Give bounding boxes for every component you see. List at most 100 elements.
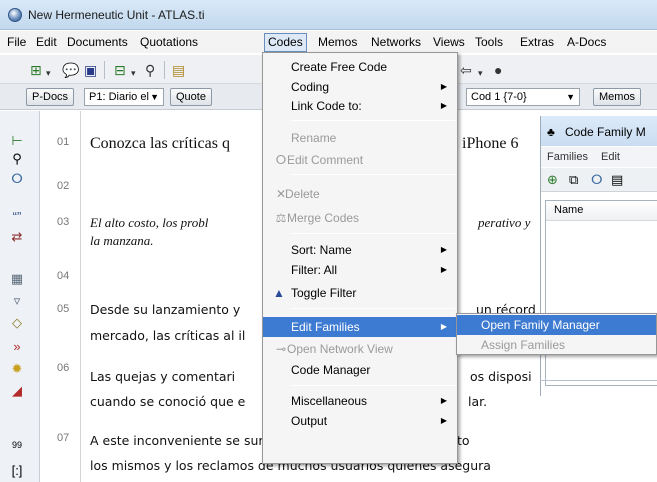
menu-item-label: Edit Families (291, 320, 360, 334)
find-icon[interactable]: ⚲ (145, 61, 155, 79)
quotes-icon[interactable]: “” (8, 209, 26, 225)
quote-link-icon[interactable]: ⇄ (8, 229, 26, 245)
document-text: El alto costo, los probl (90, 215, 209, 230)
menu-item-coding[interactable]: Coding ▶ (263, 77, 457, 97)
menu-codes[interactable]: Codes (264, 33, 307, 52)
menu-edit[interactable]: Edit (601, 151, 620, 163)
menu-item-edit-families[interactable]: Edit Families ▶ (263, 317, 457, 337)
code-family-manager-toolbar: ⊕ ⧉ ⵔ ▤ (541, 168, 657, 192)
menu-item-label: Miscellaneous (291, 394, 368, 408)
menu-item-code-manager[interactable]: Code Manager (263, 360, 457, 380)
menu-item-label: Sort: Name (291, 243, 352, 257)
menu-memos[interactable]: Memos (315, 34, 360, 51)
bracket-icon[interactable]: [:] (8, 463, 26, 479)
paragraph-number: 02 (57, 180, 70, 192)
number-icon[interactable]: 99 (8, 437, 26, 453)
family-list[interactable]: Name (545, 200, 657, 386)
menu-item-filter-all[interactable]: Filter: All ▶ (263, 260, 457, 280)
marker-icon[interactable]: ◢ (8, 383, 26, 399)
chevron-down-icon[interactable]: ▾ (131, 64, 136, 82)
menu-item-label: Link Code to: (291, 99, 362, 113)
code-family-manager-menubar: Families Edit (541, 147, 657, 167)
menu-networks[interactable]: Networks (368, 34, 424, 51)
menu-families[interactable]: Families (547, 151, 588, 163)
menu-item-output[interactable]: Output ▶ (263, 411, 457, 431)
menu-extras[interactable]: Extras (517, 34, 557, 51)
menu-item-label: Assign Families (481, 338, 566, 352)
paragraph-number: 03 (57, 216, 70, 228)
chevron-down-icon[interactable]: ▾ (478, 64, 483, 82)
chevron-down-icon[interactable]: ▾ (46, 64, 51, 82)
paragraph-number: 05 (57, 303, 70, 315)
atlas-app-icon[interactable] (8, 8, 22, 22)
edit-families-submenu: Open Family Manager Assign Families (456, 313, 657, 355)
document-text: lar. (468, 394, 488, 409)
code-selector[interactable]: Cod 1 {7-0} ▼ (466, 88, 580, 106)
comment-icon[interactable]: 💬 (62, 61, 79, 79)
menu-item-rename[interactable]: Rename (263, 128, 457, 148)
search-icon[interactable]: ⚲ (8, 151, 26, 167)
new-code-icon[interactable]: ⊞ (30, 61, 42, 79)
memos-button[interactable]: Memos (593, 88, 642, 106)
menu-separator (291, 233, 455, 234)
menu-item-link-code-to[interactable]: Link Code to: ▶ (263, 96, 457, 116)
open-icon[interactable]: ▤ (172, 61, 185, 79)
document-text: la manzana. (90, 233, 154, 248)
filter-icon[interactable]: ▿ (8, 293, 26, 309)
menu-item-create-free-code[interactable]: Create Free Code (263, 57, 457, 77)
quotes-button[interactable]: Quote (170, 88, 212, 106)
new-family-icon[interactable]: ⊕ (547, 172, 558, 188)
document-text: Las quejas y comentari (90, 369, 236, 384)
code-family-manager-title-bar[interactable]: ♣ Code Family M (541, 116, 657, 146)
document-icon[interactable]: ▤ (611, 172, 623, 188)
menu-item-toggle-filter[interactable]: ▲ Toggle Filter (263, 283, 457, 303)
paragraph-number: 04 (57, 270, 70, 282)
primary-document-value: P1: Diario el (89, 91, 149, 103)
diamond-icon[interactable]: ◇ (8, 315, 26, 331)
menu-item-sort-name[interactable]: Sort: Name ▶ (263, 240, 457, 260)
comment-icon[interactable]: ⵔ (591, 172, 603, 188)
menu-views[interactable]: Views (430, 34, 468, 51)
menu-quotations[interactable]: Quotations (137, 34, 201, 51)
menu-bar: File Edit Documents Quotations Codes Mem… (0, 31, 657, 53)
menu-item-label: Create Free Code (291, 60, 388, 74)
menu-item-label: Rename (291, 131, 337, 145)
copy-icon[interactable]: ⧉ (569, 172, 578, 188)
p-docs-button[interactable]: P-Docs (26, 88, 75, 106)
gear-icon[interactable]: ✹ (8, 361, 26, 377)
submenu-arrow-icon: ▶ (440, 245, 447, 254)
primary-document-selector[interactable]: P1: Diario el ▼ (84, 88, 164, 106)
menu-item-miscellaneous[interactable]: Miscellaneous ▶ (263, 391, 457, 411)
double-arrow-icon[interactable]: » (8, 339, 26, 355)
menu-edit[interactable]: Edit (33, 34, 60, 51)
menu-a-docs[interactable]: A-Docs (564, 34, 609, 51)
comment-icon[interactable]: ⵔ (8, 171, 26, 187)
code-icon[interactable]: ⊢ (8, 133, 26, 149)
save-icon[interactable]: ▣ (84, 61, 97, 79)
menu-item-open-network-view[interactable]: ⊸ Open Network View (263, 339, 457, 359)
menu-item-assign-families[interactable]: Assign Families (457, 335, 656, 355)
menu-documents[interactable]: Documents (64, 34, 131, 51)
menu-separator (291, 120, 455, 121)
bomb-icon[interactable]: ● (494, 61, 502, 79)
grid-icon[interactable]: ▦ (8, 271, 26, 287)
pane-divider (540, 380, 657, 381)
column-header[interactable]: Name (546, 201, 657, 221)
menu-file[interactable]: File (4, 34, 29, 51)
menu-item-open-family-manager[interactable]: Open Family Manager (457, 315, 656, 335)
submenu-arrow-icon: ▶ (440, 322, 447, 331)
menu-tools[interactable]: Tools (472, 34, 506, 51)
menu-item-delete[interactable]: ✕ Delete (263, 184, 457, 204)
paragraph-number: 07 (57, 432, 70, 444)
document-text: perativo y (478, 215, 531, 230)
code-family-manager-title: Code Family M (565, 125, 646, 139)
paragraph-number: 01 (57, 136, 70, 148)
menu-item-label: Delete (285, 187, 320, 201)
code-tool-icon[interactable]: ⊟ (114, 61, 126, 79)
submenu-arrow-icon: ▶ (440, 396, 447, 405)
menu-item-merge-codes[interactable]: ⚖ Merge Codes (263, 208, 457, 228)
menu-item-edit-comment[interactable]: ⵔ Edit Comment (263, 150, 457, 170)
codes-dropdown-menu: Create Free Code Coding ▶ Link Code to: ▶ … (262, 52, 458, 464)
back-icon[interactable]: ⇦ (460, 61, 472, 79)
submenu-arrow-icon: ▶ (440, 101, 447, 110)
